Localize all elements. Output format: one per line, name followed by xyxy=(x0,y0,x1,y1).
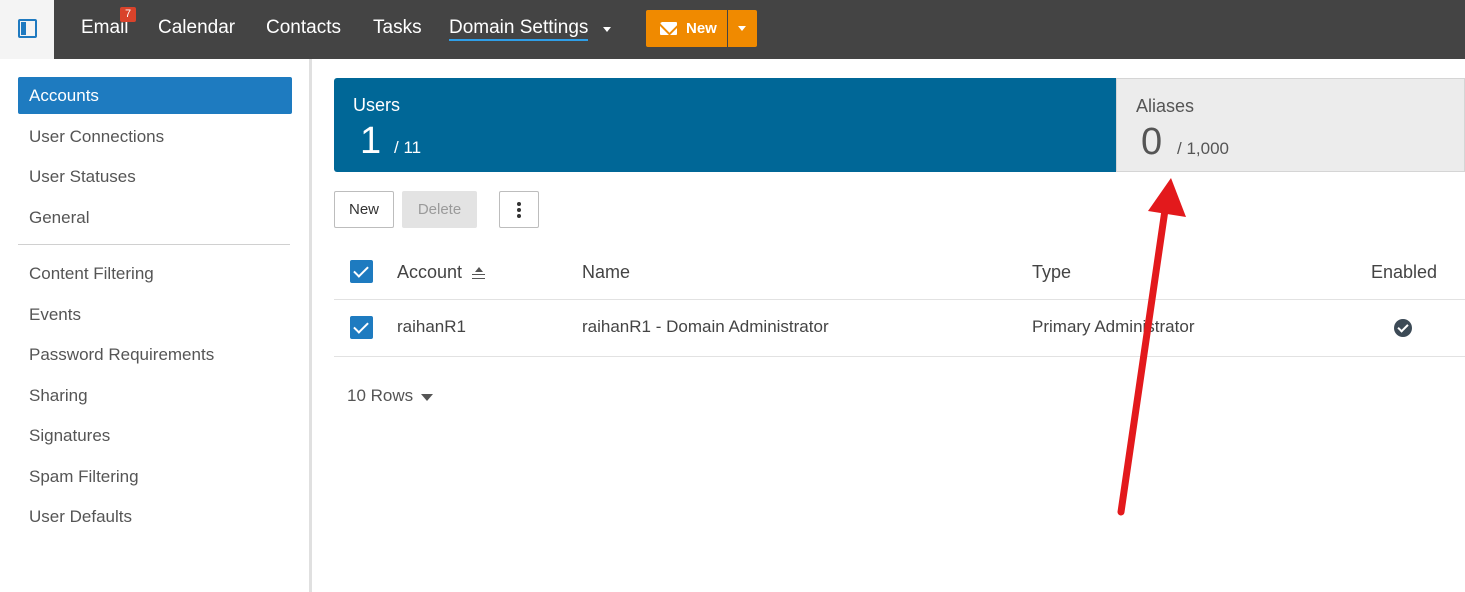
sort-ascending-icon[interactable] xyxy=(472,267,485,279)
nav-calendar[interactable]: Calendar xyxy=(158,17,235,39)
sidebar-divider xyxy=(18,244,290,245)
aliases-stat-label: Aliases xyxy=(1136,96,1195,116)
select-all-checkbox[interactable] xyxy=(350,260,373,283)
top-navigation-bar: Email 7 Calendar Contacts Tasks Domain S… xyxy=(0,0,1465,59)
column-header-enabled[interactable]: Enabled xyxy=(1371,262,1437,283)
more-vertical-icon xyxy=(517,202,521,218)
new-message-button[interactable]: New xyxy=(646,10,727,47)
new-dropdown-button[interactable] xyxy=(728,10,757,47)
column-header-account[interactable]: Account xyxy=(397,262,462,283)
nav-contacts[interactable]: Contacts xyxy=(266,17,341,39)
sidebar-item-accounts[interactable]: Accounts xyxy=(18,77,292,114)
sidebar-item-general[interactable]: General xyxy=(18,199,292,236)
email-unread-badge: 7 xyxy=(120,7,136,22)
delete-account-button[interactable]: Delete xyxy=(402,191,477,228)
chevron-down-icon[interactable] xyxy=(603,27,611,32)
users-stat-value: 1 xyxy=(360,120,382,162)
caret-down-icon[interactable] xyxy=(421,394,433,401)
users-stat-panel[interactable]: Users 1 / 11 xyxy=(334,78,1116,172)
sidebar-item-sharing[interactable]: Sharing xyxy=(18,377,292,414)
sidebar-item-user-statuses[interactable]: User Statuses xyxy=(18,158,292,195)
sidebar-item-signatures[interactable]: Signatures xyxy=(18,417,292,454)
aliases-stat-panel[interactable]: Aliases 0 / 1,000 xyxy=(1116,78,1465,172)
new-account-button[interactable]: New xyxy=(334,191,394,228)
row-type[interactable]: Primary Administrator xyxy=(1032,317,1194,337)
nav-tasks[interactable]: Tasks xyxy=(373,17,422,39)
sidebar-item-content-filtering[interactable]: Content Filtering xyxy=(18,255,292,292)
row-name[interactable]: raihanR1 - Domain Administrator xyxy=(582,317,829,337)
enabled-check-icon xyxy=(1394,319,1412,337)
column-header-type[interactable]: Type xyxy=(1032,262,1071,283)
more-actions-button[interactable] xyxy=(499,191,539,228)
sidebar-item-user-defaults[interactable]: User Defaults xyxy=(18,498,292,535)
sidebar-toggle-area xyxy=(0,0,54,59)
table-row-divider xyxy=(334,356,1465,357)
sidebar-item-user-connections[interactable]: User Connections xyxy=(18,118,292,155)
row-checkbox[interactable] xyxy=(350,316,373,339)
aliases-stat-max: / 1,000 xyxy=(1177,139,1229,158)
row-account[interactable]: raihanR1 xyxy=(397,317,466,337)
aliases-stat-value: 0 xyxy=(1141,121,1163,163)
table-header-divider xyxy=(334,299,1465,300)
rows-per-page-select[interactable]: 10 Rows xyxy=(347,386,413,406)
mail-icon xyxy=(660,22,677,35)
sidebar-toggle-icon[interactable] xyxy=(18,19,37,38)
users-stat-label: Users xyxy=(353,95,401,115)
sidebar-item-spam-filtering[interactable]: Spam Filtering xyxy=(18,458,292,495)
new-button-label: New xyxy=(686,20,717,37)
nav-domain-settings[interactable]: Domain Settings xyxy=(449,17,589,41)
column-header-name[interactable]: Name xyxy=(582,262,630,283)
sidebar-item-events[interactable]: Events xyxy=(18,296,292,333)
settings-sidebar: Accounts User Connections User Statuses … xyxy=(0,59,312,592)
sidebar-item-password-requirements[interactable]: Password Requirements xyxy=(18,336,292,373)
users-stat-max: / 11 xyxy=(394,138,422,157)
